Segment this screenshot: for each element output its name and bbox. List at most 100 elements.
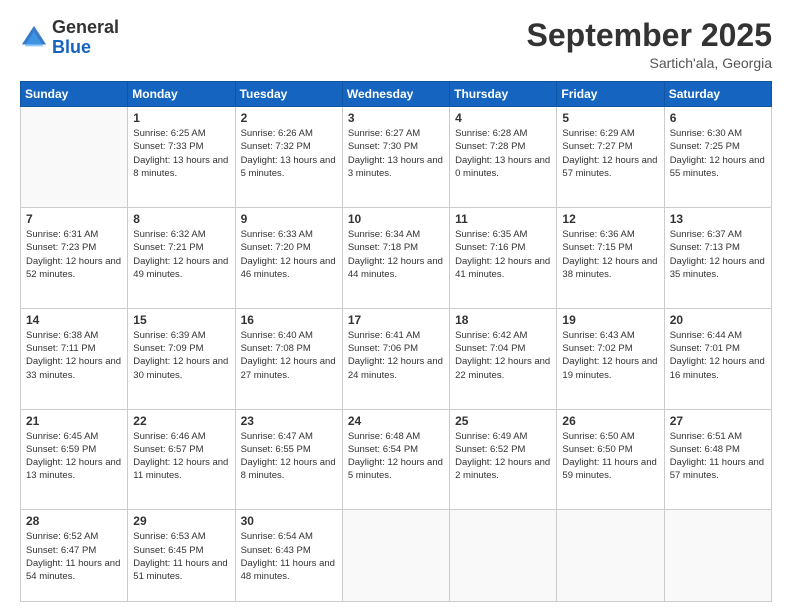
calendar-week-row: 7Sunrise: 6:31 AMSunset: 7:23 PMDaylight… (21, 207, 772, 308)
day-info: Sunrise: 6:27 AMSunset: 7:30 PMDaylight:… (348, 127, 444, 180)
calendar-header-tuesday: Tuesday (235, 82, 342, 107)
calendar-cell: 2Sunrise: 6:26 AMSunset: 7:32 PMDaylight… (235, 107, 342, 208)
calendar-cell: 14 Sunrise: 6:38 AMSunset: 7:11 PMDayligh… (21, 308, 128, 409)
calendar-cell: 3 Sunrise: 6:27 AMSunset: 7:30 PMDaylight… (342, 107, 449, 208)
day-number: 24 (348, 414, 444, 428)
day-number: 2 (241, 111, 337, 125)
calendar-header-sunday: Sunday (21, 82, 128, 107)
logo-text: General Blue (52, 18, 119, 58)
calendar-header-wednesday: Wednesday (342, 82, 449, 107)
day-info: Sunrise: 6:30 AMSunset: 7:25 PMDaylight:… (670, 127, 766, 180)
day-info: Sunrise: 6:34 AMSunset: 7:18 PMDaylight:… (348, 228, 444, 281)
calendar-cell: 5 Sunrise: 6:29 AMSunset: 7:27 PMDaylight… (557, 107, 664, 208)
day-number: 30 (241, 514, 337, 528)
day-info: Sunrise: 6:46 AMSunset: 6:57 PMDaylight:… (133, 430, 229, 483)
day-number: 17 (348, 313, 444, 327)
calendar-week-row: 21 Sunrise: 6:45 AMSunset: 6:59 PMDayligh… (21, 409, 772, 510)
day-info: Sunrise: 6:36 AMSunset: 7:15 PMDaylight:… (562, 228, 658, 281)
day-info: Sunrise: 6:25 AMSunset: 7:33 PMDaylight:… (133, 127, 229, 180)
day-number: 3 (348, 111, 444, 125)
calendar-cell (342, 510, 449, 602)
day-info: Sunrise: 6:43 AMSunset: 7:02 PMDaylight:… (562, 329, 658, 382)
calendar-cell: 15 Sunrise: 6:39 AMSunset: 7:09 PMDayligh… (128, 308, 235, 409)
day-number: 25 (455, 414, 551, 428)
calendar-cell: 28 Sunrise: 6:52 AMSunset: 6:47 PMDayligh… (21, 510, 128, 602)
day-info: Sunrise: 6:37 AMSunset: 7:13 PMDaylight:… (670, 228, 766, 281)
logo-blue-text: Blue (52, 37, 91, 57)
calendar-cell: 24 Sunrise: 6:48 AMSunset: 6:54 PMDayligh… (342, 409, 449, 510)
day-info: Sunrise: 6:52 AMSunset: 6:47 PMDaylight:… (26, 530, 122, 583)
calendar-cell: 18 Sunrise: 6:42 AMSunset: 7:04 PMDayligh… (450, 308, 557, 409)
day-info: Sunrise: 6:32 AMSunset: 7:21 PMDaylight:… (133, 228, 229, 281)
logo-icon (20, 24, 48, 52)
calendar-cell: 10 Sunrise: 6:34 AMSunset: 7:18 PMDayligh… (342, 207, 449, 308)
day-info: Sunrise: 6:41 AMSunset: 7:06 PMDaylight:… (348, 329, 444, 382)
day-number: 16 (241, 313, 337, 327)
calendar-cell: 6 Sunrise: 6:30 AMSunset: 7:25 PMDaylight… (664, 107, 771, 208)
day-number: 12 (562, 212, 658, 226)
day-number: 20 (670, 313, 766, 327)
location: Sartich'ala, Georgia (527, 55, 772, 71)
day-info: Sunrise: 6:28 AMSunset: 7:28 PMDaylight:… (455, 127, 551, 180)
calendar-cell: 17 Sunrise: 6:41 AMSunset: 7:06 PMDayligh… (342, 308, 449, 409)
day-number: 7 (26, 212, 122, 226)
day-info: Sunrise: 6:51 AMSunset: 6:48 PMDaylight:… (670, 430, 766, 483)
day-number: 23 (241, 414, 337, 428)
title-block: September 2025 Sartich'ala, Georgia (527, 18, 772, 71)
day-info: Sunrise: 6:44 AMSunset: 7:01 PMDaylight:… (670, 329, 766, 382)
calendar-cell: 4 Sunrise: 6:28 AMSunset: 7:28 PMDaylight… (450, 107, 557, 208)
day-info: Sunrise: 6:54 AMSunset: 6:43 PMDaylight:… (241, 530, 337, 583)
day-info: Sunrise: 6:45 AMSunset: 6:59 PMDaylight:… (26, 430, 122, 483)
day-info: Sunrise: 6:48 AMSunset: 6:54 PMDaylight:… (348, 430, 444, 483)
day-number: 22 (133, 414, 229, 428)
calendar-cell (21, 107, 128, 208)
month-title: September 2025 (527, 18, 772, 53)
day-number: 4 (455, 111, 551, 125)
calendar-cell: 9 Sunrise: 6:33 AMSunset: 7:20 PMDaylight… (235, 207, 342, 308)
calendar-cell: 1 Sunrise: 6:25 AMSunset: 7:33 PMDaylight… (128, 107, 235, 208)
calendar-cell (664, 510, 771, 602)
day-info: Sunrise: 6:38 AMSunset: 7:11 PMDaylight:… (26, 329, 122, 382)
calendar-header-friday: Friday (557, 82, 664, 107)
day-number: 28 (26, 514, 122, 528)
day-number: 14 (26, 313, 122, 327)
calendar-cell: 26 Sunrise: 6:50 AMSunset: 6:50 PMDayligh… (557, 409, 664, 510)
calendar-cell: 11Sunrise: 6:35 AMSunset: 7:16 PMDayligh… (450, 207, 557, 308)
calendar-header-saturday: Saturday (664, 82, 771, 107)
calendar-cell: 12 Sunrise: 6:36 AMSunset: 7:15 PMDayligh… (557, 207, 664, 308)
day-number: 18 (455, 313, 551, 327)
calendar-cell: 16Sunrise: 6:40 AMSunset: 7:08 PMDayligh… (235, 308, 342, 409)
day-number: 6 (670, 111, 766, 125)
day-info: Sunrise: 6:33 AMSunset: 7:20 PMDaylight:… (241, 228, 337, 281)
calendar-week-row: 1 Sunrise: 6:25 AMSunset: 7:33 PMDaylight… (21, 107, 772, 208)
day-number: 1 (133, 111, 229, 125)
calendar-cell: 30 Sunrise: 6:54 AMSunset: 6:43 PMDayligh… (235, 510, 342, 602)
day-info: Sunrise: 6:47 AMSunset: 6:55 PMDaylight:… (241, 430, 337, 483)
logo-general-text: General (52, 17, 119, 37)
day-info: Sunrise: 6:50 AMSunset: 6:50 PMDaylight:… (562, 430, 658, 483)
calendar-cell: 22 Sunrise: 6:46 AMSunset: 6:57 PMDayligh… (128, 409, 235, 510)
day-info: Sunrise: 6:39 AMSunset: 7:09 PMDaylight:… (133, 329, 229, 382)
day-info: Sunrise: 6:29 AMSunset: 7:27 PMDaylight:… (562, 127, 658, 180)
day-number: 9 (241, 212, 337, 226)
day-info: Sunrise: 6:42 AMSunset: 7:04 PMDaylight:… (455, 329, 551, 382)
day-number: 21 (26, 414, 122, 428)
day-number: 5 (562, 111, 658, 125)
day-number: 29 (133, 514, 229, 528)
calendar-table: SundayMondayTuesdayWednesdayThursdayFrid… (20, 81, 772, 602)
day-number: 19 (562, 313, 658, 327)
calendar-cell: 25 Sunrise: 6:49 AMSunset: 6:52 PMDayligh… (450, 409, 557, 510)
header: General Blue September 2025 Sartich'ala,… (20, 18, 772, 71)
calendar-week-row: 28 Sunrise: 6:52 AMSunset: 6:47 PMDayligh… (21, 510, 772, 602)
day-number: 26 (562, 414, 658, 428)
calendar-header-monday: Monday (128, 82, 235, 107)
day-number: 10 (348, 212, 444, 226)
day-number: 11 (455, 212, 551, 226)
calendar-cell: 13Sunrise: 6:37 AMSunset: 7:13 PMDayligh… (664, 207, 771, 308)
day-number: 15 (133, 313, 229, 327)
day-info: Sunrise: 6:49 AMSunset: 6:52 PMDaylight:… (455, 430, 551, 483)
calendar-cell: 20 Sunrise: 6:44 AMSunset: 7:01 PMDayligh… (664, 308, 771, 409)
page: General Blue September 2025 Sartich'ala,… (0, 0, 792, 612)
calendar-cell: 8Sunrise: 6:32 AMSunset: 7:21 PMDaylight… (128, 207, 235, 308)
calendar-cell (450, 510, 557, 602)
